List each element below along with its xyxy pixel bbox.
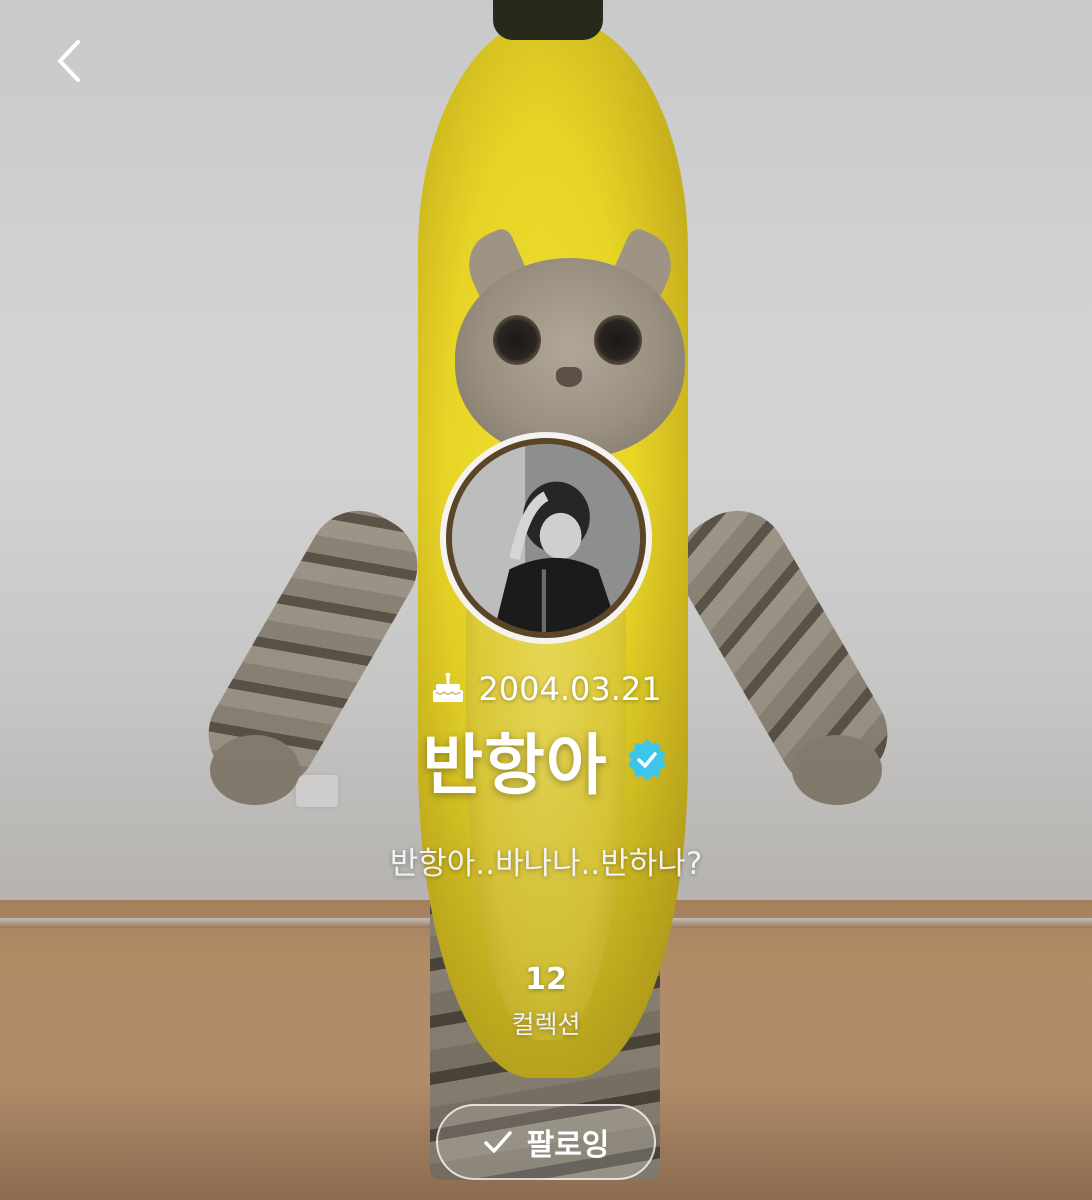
verified-badge-icon [627, 739, 666, 781]
chevron-left-icon [58, 40, 80, 82]
collections-count: 12 [525, 962, 567, 997]
following-label: 팔로잉 [526, 1128, 610, 1163]
checkmark-icon [483, 1131, 512, 1153]
birthday-date: 2004.03.21 [478, 670, 662, 708]
profile-name: 반항아 [422, 727, 608, 804]
collections-label: 컬렉션 [511, 1010, 581, 1039]
following-button[interactable]: 팔로잉 [436, 1104, 656, 1180]
avatar-photo [452, 444, 640, 632]
avatar[interactable] [440, 432, 652, 644]
cake-icon [433, 672, 464, 702]
collections-stat[interactable]: 12 컬렉션 [0, 962, 1092, 1041]
back-button[interactable] [46, 36, 96, 86]
profile-bio: 반항아..바나나..반하나? [389, 846, 703, 882]
name-row: 반항아 [0, 712, 1092, 808]
birthday-row: 2004.03.21 [0, 670, 1092, 708]
